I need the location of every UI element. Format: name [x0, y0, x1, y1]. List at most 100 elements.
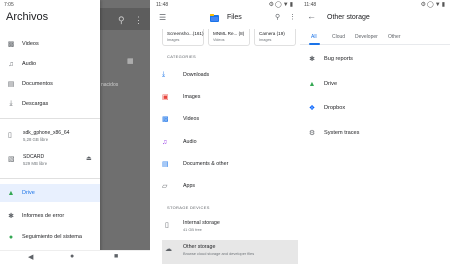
storage-sub: Browse cloud storage and developer files	[183, 251, 255, 256]
drawer-item-documentos[interactable]: ▤ Documentos	[0, 75, 100, 93]
recents-nav-icon[interactable]: ■	[114, 253, 118, 260]
files-logo-icon	[210, 14, 219, 22]
status-icons: ⚙◯▼▮	[420, 2, 446, 8]
other-item-label: Drive	[324, 81, 338, 87]
tab-all[interactable]: All	[311, 34, 317, 40]
category-apps[interactable]: ▱ Apps	[162, 178, 298, 194]
video-icon: ▩	[162, 116, 169, 123]
status-icons: ⚙◯▼▮	[268, 2, 294, 8]
phone-icon: ▯	[165, 222, 169, 229]
music-icon: ♫	[162, 138, 168, 146]
storage-item-sdcard[interactable]: ▧ SDCARD 529 MB libre ⏏	[0, 150, 100, 172]
bug-icon: ✱	[309, 56, 315, 63]
search-icon[interactable]: ⚲	[275, 13, 280, 21]
drawer-item-descargas[interactable]: ⤓ Descargas	[0, 95, 100, 113]
download-icon: ⤓	[162, 71, 166, 78]
archivos-panel: ⚲ ⋮ ▦ nacidos 7:05 Archivos ▩ Videos ♫ A…	[0, 0, 150, 264]
drawer-item-label: Descargas	[22, 101, 49, 107]
page-title: Other storage	[327, 14, 370, 21]
drawer-item-label: Informes de error	[22, 213, 65, 219]
other-item-label: Bug reports	[324, 56, 353, 62]
storage-free: 529 MB libre	[23, 161, 48, 166]
recent-name: MNML Re... (8)	[213, 31, 245, 36]
home-nav-icon[interactable]: ●	[70, 253, 74, 260]
divider	[0, 118, 100, 119]
category-audio[interactable]: ♫ Audio	[162, 134, 298, 150]
recent-card[interactable]: Screensho...(161) Images	[162, 29, 204, 46]
category-images[interactable]: ▣ Images	[162, 89, 298, 105]
storage-sub: 41 GB free	[183, 227, 202, 232]
recent-card[interactable]: MNML Re... (8) Videos	[208, 29, 250, 46]
other-storage-panel: 11:48 ⚙◯▼▮ ← Other storage All Cloud Dev…	[300, 0, 450, 264]
other-item-drive[interactable]: ▲ Drive	[300, 73, 450, 95]
drawer-item-videos[interactable]: ▩ Videos	[0, 35, 100, 53]
app-bar: ← Other storage	[300, 8, 450, 28]
search-icon: ⚲	[118, 15, 125, 25]
more-icon[interactable]: ⋮	[289, 13, 296, 21]
bug-icon: ✱	[8, 213, 14, 220]
system-trace-icon: ⚙	[308, 130, 316, 137]
eject-icon[interactable]: ⏏	[86, 155, 92, 162]
dimmed-background[interactable]: ⚲ ⋮ ▦ nacidos	[100, 0, 150, 264]
document-icon: ▤	[7, 81, 15, 88]
drawer-item-seguimiento[interactable]: ● Seguimiento del sistema	[0, 228, 100, 246]
other-item-dropbox[interactable]: ❖ Dropbox	[300, 97, 450, 119]
storage-name: SDCARD	[23, 154, 45, 160]
other-item-system-traces[interactable]: ⚙ System traces	[300, 122, 450, 144]
system-trace-icon: ●	[8, 233, 14, 241]
storage-internal[interactable]: ▯ Internal storage 41 GB free	[162, 216, 298, 236]
storage-item-internal[interactable]: ▯ sdk_gphone_x86_64 5,28 GB libre	[0, 126, 100, 148]
recent-name: Screensho...(161)	[167, 31, 204, 36]
category-label: Images	[183, 94, 201, 100]
cloud-icon: ☁	[165, 246, 172, 253]
navigation-drawer: 7:05 Archivos ▩ Videos ♫ Audio ▤ Documen…	[0, 0, 100, 264]
storage-free: 5,28 GB libre	[23, 137, 49, 142]
storage-devices-header: STORAGE DEVICES	[167, 205, 210, 210]
status-time: 7:05	[4, 2, 14, 8]
phone-icon: ▯	[8, 132, 12, 139]
back-nav-icon[interactable]: ◀	[28, 253, 33, 261]
other-item-label: Dropbox	[324, 105, 346, 111]
download-icon: ⤓	[9, 100, 13, 107]
recent-card[interactable]: Camera (19) Images	[254, 29, 296, 46]
video-icon: ▩	[7, 41, 15, 48]
document-icon: ▤	[162, 161, 169, 168]
drawer-item-informes[interactable]: ✱ Informes de error	[0, 207, 100, 225]
app-bar: ☰ Files ⚲ ⋮	[152, 8, 298, 28]
drive-icon: ▲	[308, 80, 316, 88]
category-label: Documents & other	[183, 161, 229, 167]
other-item-bug-reports[interactable]: ✱ Bug reports	[300, 48, 450, 70]
drawer-item-drive[interactable]: ▲ Drive	[0, 184, 100, 202]
tab-developer[interactable]: Developer	[355, 34, 378, 40]
categories-header: CATEGORIES	[167, 54, 196, 59]
drawer-item-label: Seguimiento del sistema	[22, 234, 82, 240]
other-item-label: System traces	[324, 130, 360, 136]
storage-name: Other storage	[183, 244, 216, 250]
divider	[0, 178, 100, 179]
category-downloads[interactable]: ⤓ Downloads	[162, 67, 298, 83]
more-icon: ⋮	[134, 15, 143, 25]
category-label: Audio	[183, 139, 197, 145]
category-label: Videos	[183, 116, 200, 122]
recent-kind: Images	[167, 38, 180, 42]
menu-icon[interactable]: ☰	[159, 13, 166, 22]
background-text: nacidos	[101, 82, 119, 88]
category-videos[interactable]: ▩ Videos	[162, 111, 298, 127]
files-panel: 11:48 ⚙◯▼▮ ☰ Files ⚲ ⋮ Screensho...(161)…	[152, 0, 298, 264]
storage-name: sdk_gphone_x86_64	[23, 130, 70, 136]
drawer-item-label: Documentos	[22, 81, 53, 87]
storage-name: Internal storage	[183, 220, 220, 226]
back-arrow-icon[interactable]: ←	[307, 11, 316, 21]
tab-bar: All Cloud Developer Other	[300, 31, 450, 45]
drawer-item-label: Drive	[22, 190, 35, 196]
sdcard-icon: ▧	[8, 156, 15, 163]
drawer-item-audio[interactable]: ♫ Audio	[0, 55, 100, 73]
drawer-item-label: Audio	[22, 61, 37, 67]
status-bar: 7:05	[0, 0, 100, 9]
active-tab-indicator	[309, 43, 320, 45]
category-documents[interactable]: ▤ Documents & other	[162, 156, 298, 172]
tab-other[interactable]: Other	[388, 34, 401, 40]
android-icon: ▱	[162, 183, 168, 190]
storage-other[interactable]: ☁ Other storage Browse cloud storage and…	[162, 240, 298, 264]
tab-cloud[interactable]: Cloud	[332, 34, 345, 40]
